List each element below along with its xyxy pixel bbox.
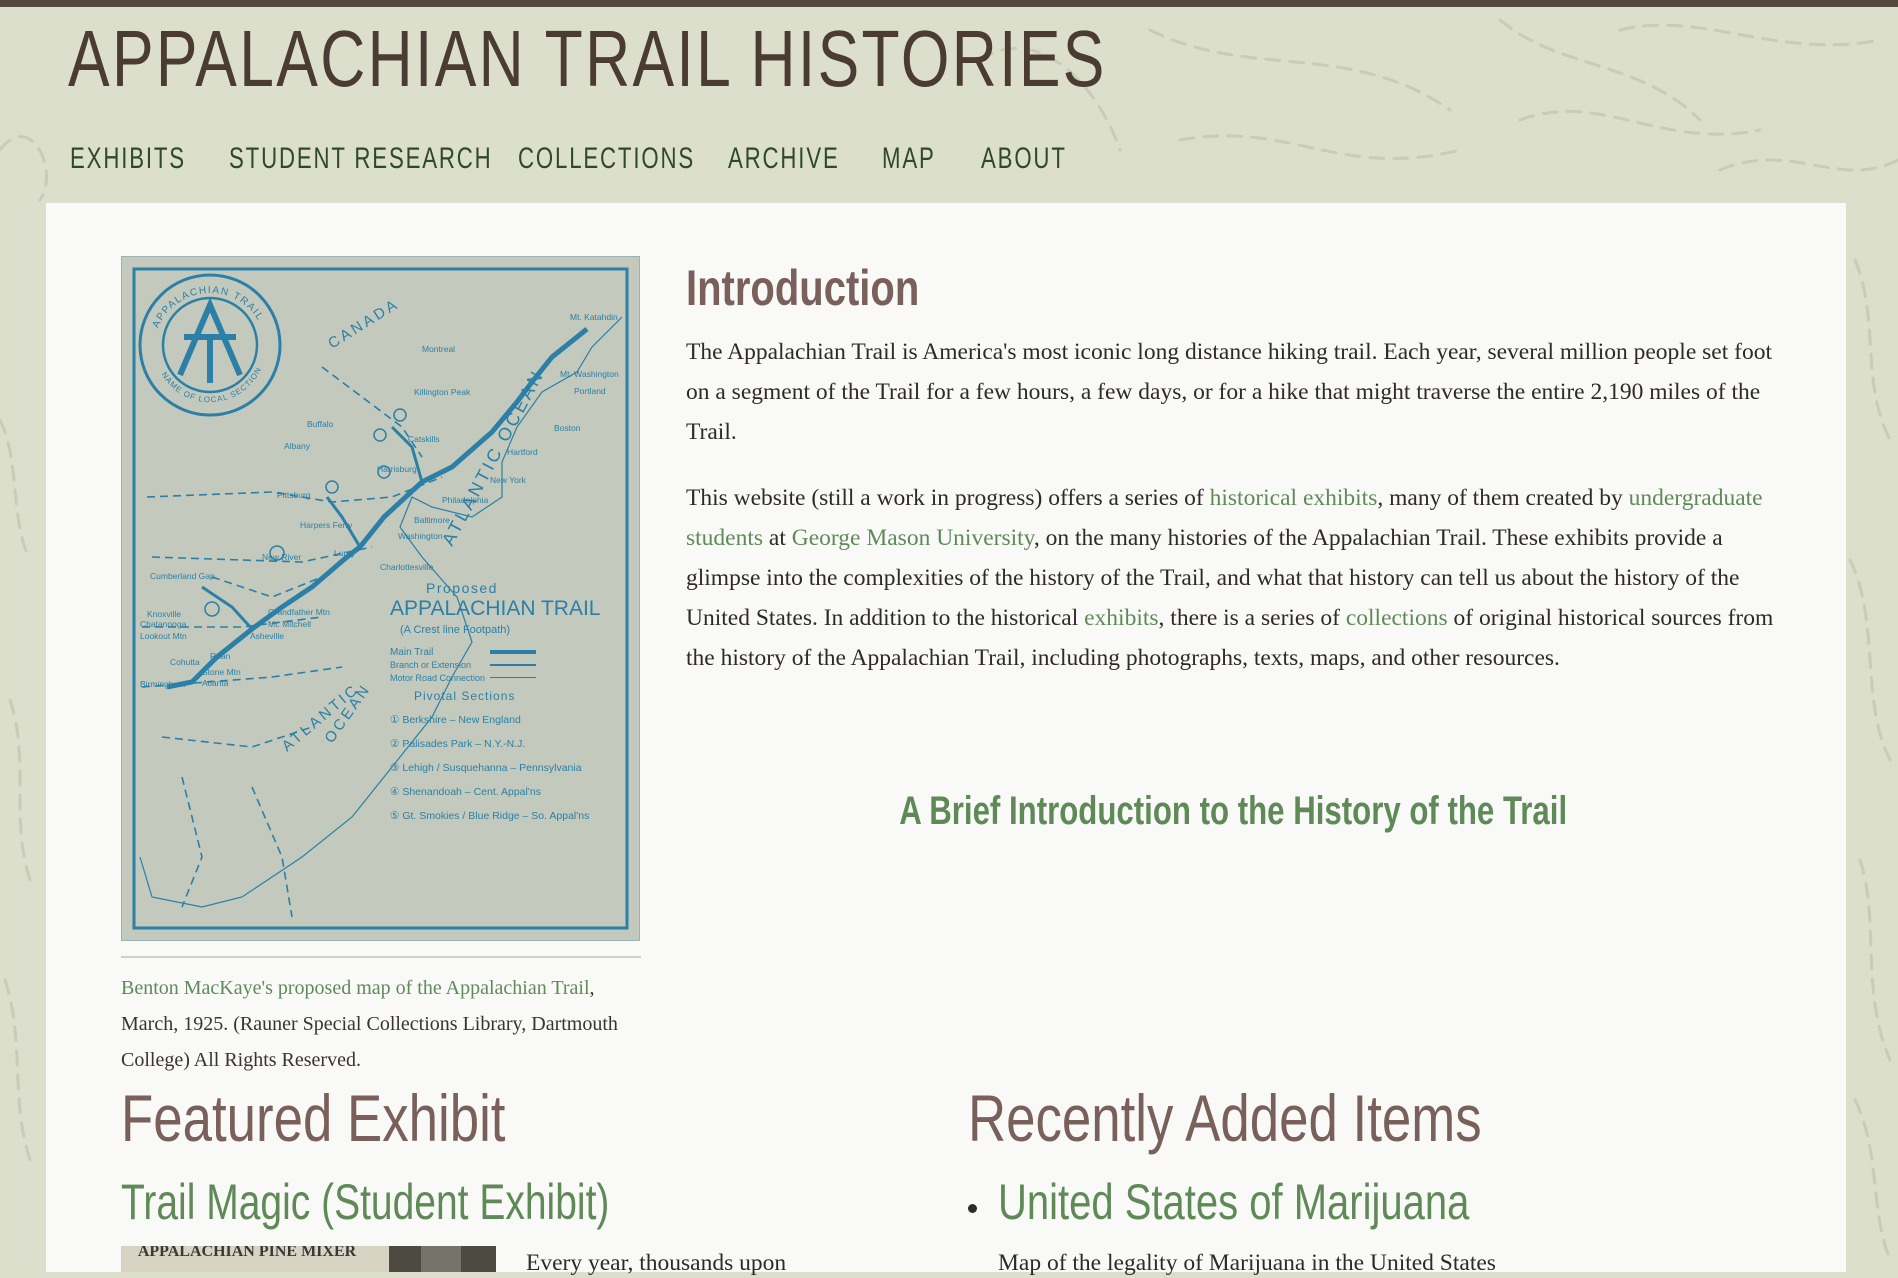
legend-section: ③ Lehigh / Susquehanna – Pennsylvania bbox=[390, 762, 582, 774]
map-city: Albany bbox=[284, 441, 311, 451]
recent-item-title-link[interactable]: United States of Marijuana bbox=[998, 1172, 1469, 1232]
map-city: Luray bbox=[334, 548, 356, 558]
george-mason-university-link[interactable]: George Mason University bbox=[792, 525, 1034, 551]
intro-paragraph-1: The Appalachian Trail is America's most … bbox=[686, 339, 1772, 445]
map-city: Atlanta bbox=[202, 678, 229, 688]
thumb-sign-text: APPALACHIAN PINE MIXER bbox=[138, 1246, 357, 1260]
map-label-canada: CANADA bbox=[325, 295, 402, 352]
map-city: Killington Peak bbox=[414, 387, 471, 397]
nav-collections[interactable]: COLLECTIONS bbox=[518, 142, 695, 176]
map-city: Pittsburg bbox=[277, 490, 311, 500]
historical-exhibits-link[interactable]: historical exhibits bbox=[1210, 485, 1378, 511]
nav-student-research[interactable]: STUDENT RESEARCH bbox=[229, 142, 493, 176]
caption-divider bbox=[121, 956, 641, 958]
nav-archive[interactable]: ARCHIVE bbox=[728, 142, 840, 176]
map-city: Cohutta bbox=[170, 657, 200, 667]
map-city: Harpers Ferry bbox=[300, 520, 353, 530]
map-city: Washington bbox=[398, 531, 443, 541]
caption-link[interactable]: Benton MacKaye's proposed map of the App… bbox=[121, 977, 590, 999]
map-city: Knoxville bbox=[147, 609, 181, 619]
exhibits-link[interactable]: exhibits bbox=[1084, 605, 1158, 631]
text-span: , many of them created by bbox=[1377, 485, 1629, 511]
map-city: Grandfather Mtn bbox=[268, 607, 330, 617]
map-city: Harrisburg bbox=[377, 464, 417, 474]
map-subtitle: (A Crest line Footpath) bbox=[400, 624, 510, 636]
proposed-trail-map-image[interactable]: APPALACHIAN TRAIL NAME OF LOCAL SECTION bbox=[121, 256, 640, 941]
featured-exhibit-thumbnail[interactable]: APPALACHIAN PINE MIXER bbox=[121, 1246, 496, 1272]
legend-main-trail: Main Trail bbox=[390, 647, 433, 658]
recent-item-description: Map of the legality of Marijuana in the … bbox=[998, 1250, 1496, 1276]
legend-section: ⑤ Gt. Smokies / Blue Ridge – So. Appal'n… bbox=[390, 810, 589, 822]
map-city: Chatanooga bbox=[140, 619, 187, 629]
nav-exhibits[interactable]: EXHIBITS bbox=[70, 142, 186, 176]
legend-section: ④ Shenandoah – Cent. Appal'ns bbox=[390, 786, 541, 798]
map-city: Mt. Washington bbox=[560, 369, 619, 379]
text-span: This website (still a work in progress) … bbox=[686, 485, 1210, 511]
site-title[interactable]: APPALACHIAN TRAIL HISTORIES bbox=[68, 14, 1107, 104]
map-city: Cumberland Gap bbox=[150, 571, 215, 581]
map-proposed-label: Proposed bbox=[426, 580, 498, 596]
featured-exhibit-text: Every year, thousands upon bbox=[526, 1250, 787, 1276]
introduction-heading: Introduction bbox=[686, 260, 920, 316]
map-city: Catskills bbox=[408, 434, 440, 444]
map-city: Hartford bbox=[507, 447, 538, 457]
trail-emblem-icon: APPALACHIAN TRAIL NAME OF LOCAL SECTION bbox=[138, 273, 282, 417]
intro-paragraph-2: This website (still a work in progress) … bbox=[686, 478, 1780, 678]
featured-exhibit-heading: Featured Exhibit bbox=[121, 1081, 506, 1155]
legend-motor-road: Motor Road Connection bbox=[390, 673, 485, 683]
map-city: Mt. Katahdin bbox=[570, 312, 618, 322]
map-city: Asheville bbox=[250, 631, 284, 641]
map-city: Buffalo bbox=[307, 419, 334, 429]
legend-section: ① Berkshire – New England bbox=[390, 714, 521, 726]
legend-section: ② Palisades Park – N.Y.-N.J. bbox=[390, 738, 525, 750]
list-bullet bbox=[968, 1204, 977, 1213]
map-city: Birmingham bbox=[140, 679, 185, 689]
legend-branch: Branch or Extension bbox=[390, 660, 471, 670]
featured-exhibit-title-link[interactable]: Trail Magic (Student Exhibit) bbox=[121, 1172, 609, 1232]
map-city: Portland bbox=[574, 386, 606, 396]
map-city: Stone Mtn bbox=[202, 667, 241, 677]
map-city: Charlottesville bbox=[380, 562, 434, 572]
map-city: Mt. Mitchell bbox=[268, 619, 311, 629]
map-city: New River bbox=[262, 552, 301, 562]
map-city: Philadelphia bbox=[442, 495, 489, 505]
map-city: New York bbox=[490, 475, 527, 485]
map-city: Roan bbox=[210, 651, 231, 661]
map-city: Lookout Mtn bbox=[140, 631, 187, 641]
map-city: Montreal bbox=[422, 344, 455, 354]
brief-introduction-link[interactable]: A Brief Introduction to the History of t… bbox=[686, 783, 1780, 839]
map-city: Baltimore bbox=[414, 515, 450, 525]
map-city: Boston bbox=[554, 423, 581, 433]
nav-map[interactable]: MAP bbox=[882, 142, 936, 176]
recently-added-heading: Recently Added Items bbox=[968, 1081, 1482, 1155]
collections-link[interactable]: collections bbox=[1346, 605, 1448, 631]
text-span: , there is a series of bbox=[1158, 605, 1346, 631]
brief-introduction-label: A Brief Introduction to the History of t… bbox=[899, 789, 1567, 833]
map-title: APPALACHIAN TRAIL bbox=[390, 597, 600, 620]
legend-pivotal-sections: Pivotal Sections bbox=[414, 689, 515, 703]
text-span: at bbox=[763, 525, 792, 551]
map-caption: Benton MacKaye's proposed map of the App… bbox=[121, 970, 651, 1078]
nav-about[interactable]: ABOUT bbox=[981, 142, 1067, 176]
